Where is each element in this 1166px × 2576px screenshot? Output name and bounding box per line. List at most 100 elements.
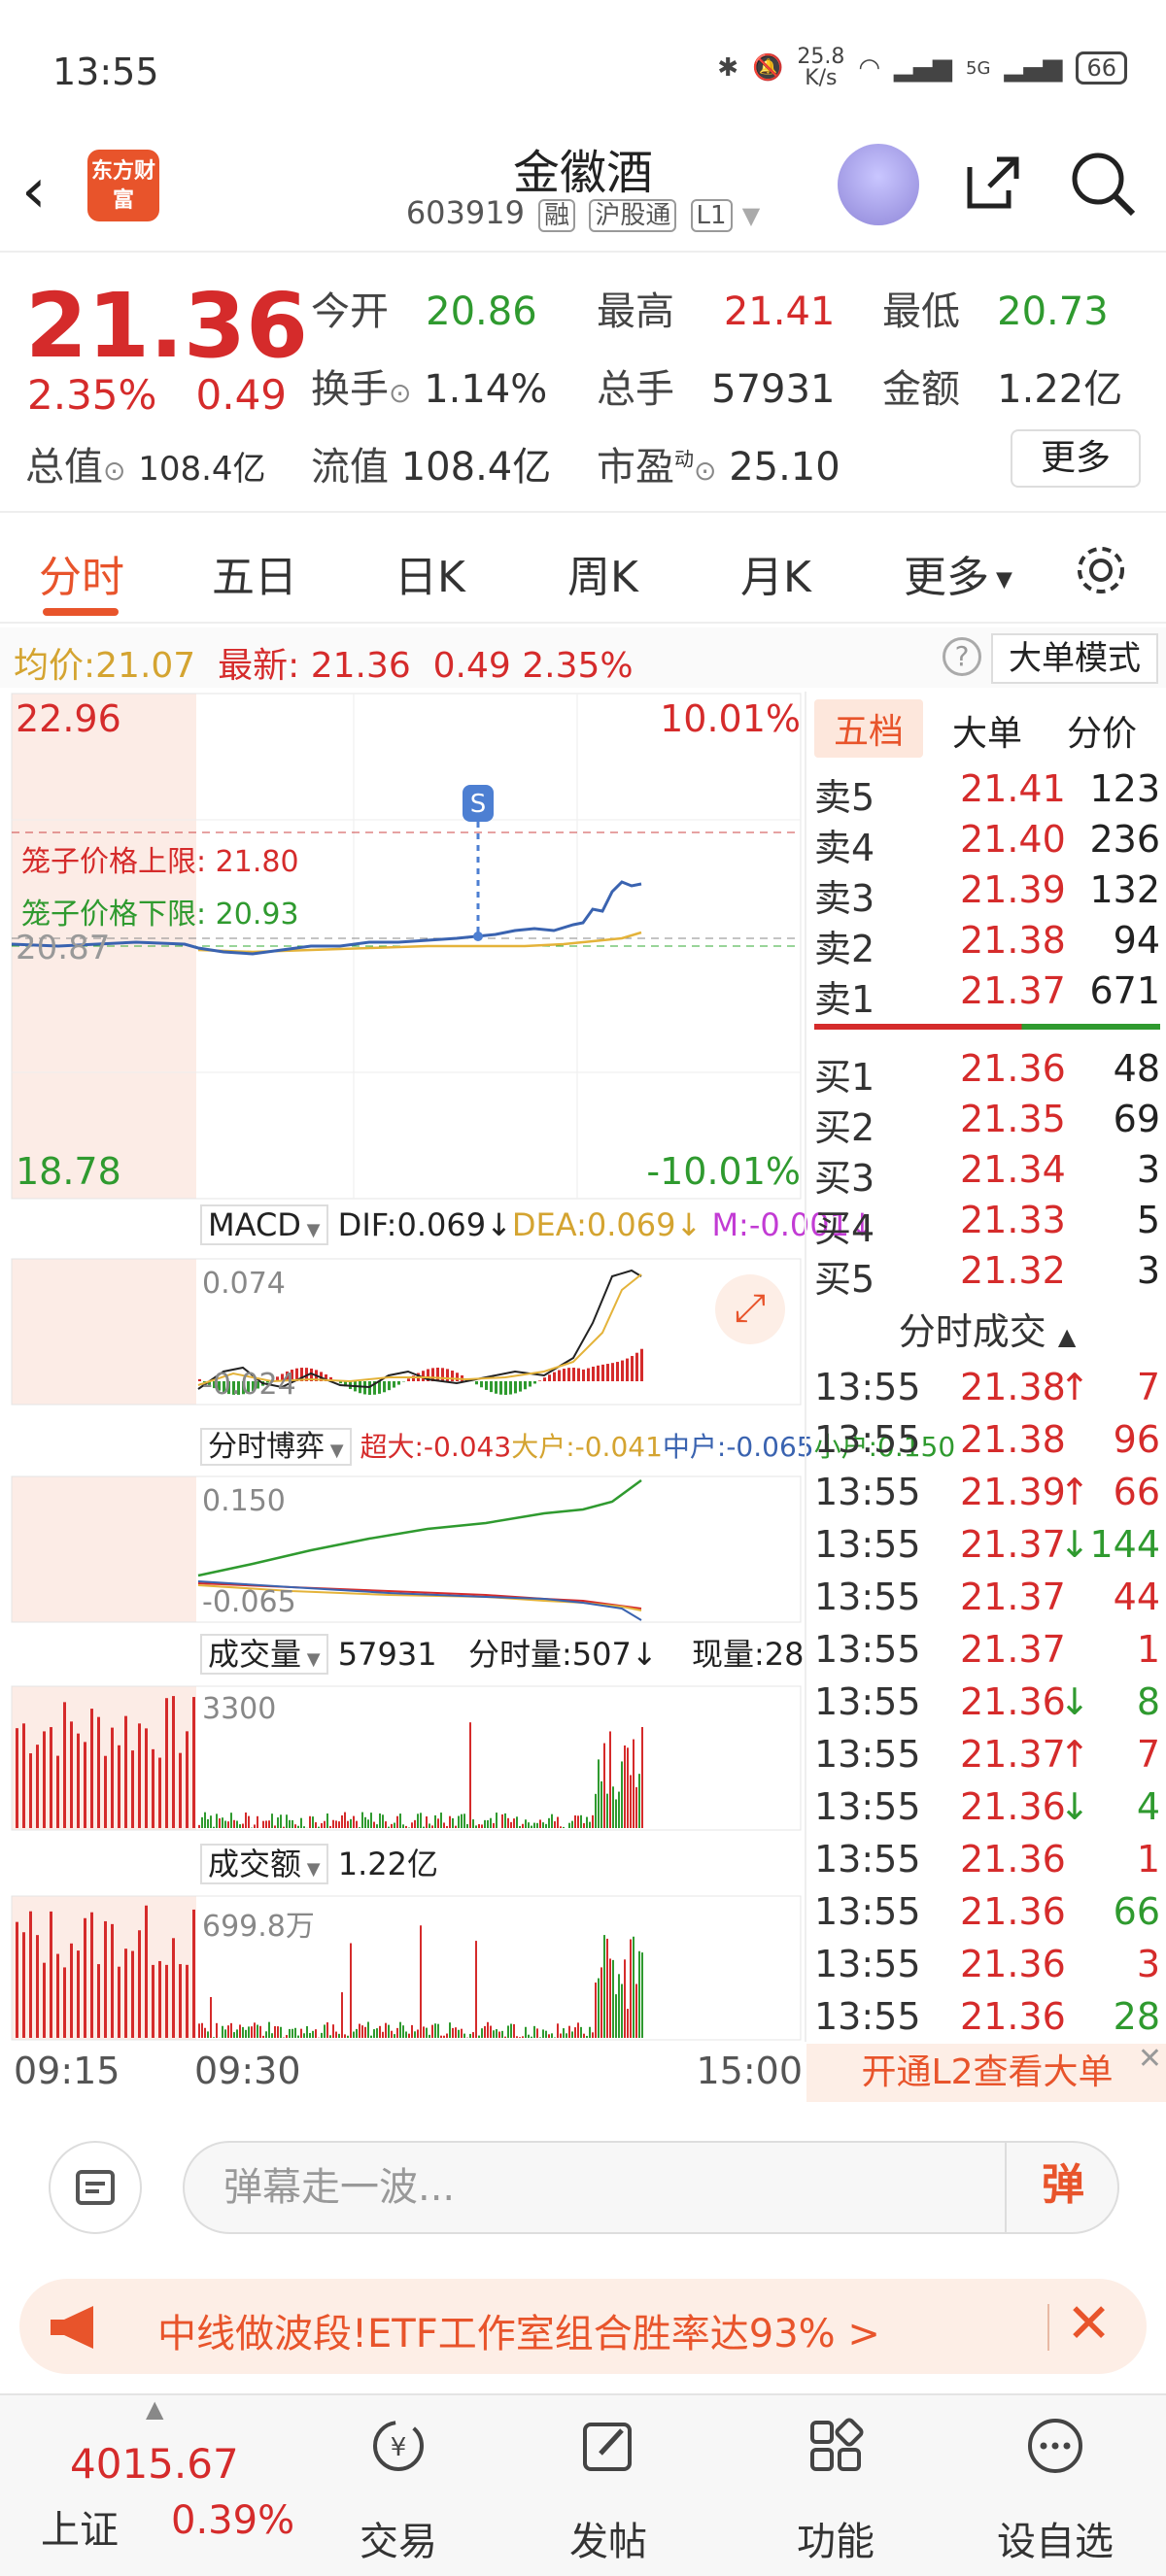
- volume-bar: [394, 1822, 395, 1828]
- volume-bar: [545, 1823, 547, 1828]
- bid-level-row[interactable]: 买3 21.34 3: [814, 1148, 1160, 1200]
- help-icon[interactable]: ?: [943, 637, 981, 676]
- trade-row: 13:55 21.37 ↓ 144: [814, 1523, 1160, 1576]
- ask-level-row[interactable]: 卖3 21.39 132: [814, 868, 1160, 920]
- close-promo-icon[interactable]: ✕: [1066, 2292, 1112, 2356]
- tab-big-order[interactable]: 大单: [952, 705, 1022, 756]
- volume-bar: [329, 1826, 331, 1828]
- ask-level-row[interactable]: 卖4 21.40 236: [814, 818, 1160, 869]
- danmaku-input[interactable]: 弹幕走一波...: [183, 2141, 1119, 2234]
- trade-time: 13:55: [814, 1733, 921, 1776]
- macd-bar: [509, 1381, 512, 1395]
- volume-bar: [577, 1815, 579, 1828]
- tab-price-dist[interactable]: 分价: [1067, 705, 1137, 756]
- tab-monthly-k[interactable]: 月K: [740, 542, 811, 604]
- auction-bar: [131, 1950, 134, 2038]
- auction-bar: [104, 1920, 107, 2038]
- volume-bar: [522, 2036, 524, 2038]
- more-dots-icon: [1028, 2419, 1082, 2473]
- bid-level-row[interactable]: 买4 21.33 5: [814, 1199, 1160, 1250]
- volume-bar: [402, 1824, 404, 1828]
- bid-level-row[interactable]: 买1 21.36 48: [814, 1047, 1160, 1099]
- trades-title[interactable]: 分时成交 ▲: [806, 1302, 1166, 1355]
- amount-selector[interactable]: 成交额 ▼: [200, 1844, 328, 1884]
- nav-functions[interactable]: 功能: [748, 2395, 923, 2576]
- volume-header[interactable]: 成交量 ▼ 57931 分时量:507↓ 现量:28: [200, 1630, 805, 1675]
- volume-selector[interactable]: 成交量 ▼: [200, 1634, 328, 1675]
- macd-selector[interactable]: MACD ▼: [200, 1204, 328, 1245]
- index-value: 4015.67: [70, 2440, 239, 2488]
- assistant-avatar-icon[interactable]: [838, 144, 919, 225]
- send-danmaku-button[interactable]: 弹: [1005, 2141, 1119, 2234]
- more-button[interactable]: 更多: [1011, 429, 1141, 488]
- tab-more[interactable]: 更多 ▼: [904, 542, 1012, 604]
- volume-bar: [469, 1722, 471, 1828]
- level-price: 21.35: [960, 1098, 1066, 1140]
- wifi-icon: ◠: [858, 53, 881, 83]
- big-order-mode-button[interactable]: 大单模式: [991, 633, 1158, 684]
- danmaku-toggle-icon[interactable]: [49, 2141, 142, 2234]
- settings-gear-icon[interactable]: [1073, 542, 1129, 598]
- auction-bar: [165, 1964, 168, 2038]
- volume-bar: [630, 1775, 632, 1828]
- tab-daily-k[interactable]: 日K: [394, 542, 465, 604]
- auction-bar: [186, 1964, 189, 2038]
- search-icon[interactable]: [1069, 150, 1137, 218]
- volume-bar: [516, 1816, 518, 1828]
- ask-level-row[interactable]: 卖5 21.41 123: [814, 767, 1160, 819]
- macd-dif: DIF:0.069↓: [337, 1206, 512, 1243]
- volume-bar: [612, 1959, 614, 2038]
- volume-bar: [414, 1819, 416, 1828]
- auction-bar: [50, 1727, 52, 1828]
- dropdown-icon[interactable]: ▼: [742, 202, 760, 229]
- amount-header[interactable]: 成交额 ▼ 1.22亿: [200, 1840, 438, 1884]
- index-ticker[interactable]: ▲ 4015.67 上证 0.39%: [19, 2395, 330, 2576]
- auction-bar: [118, 1745, 120, 1828]
- volume-bar: [580, 1814, 582, 1828]
- order-book-panel: 五档 大单 分价 分时成交 ▲ 开通L2查看大单 ✕ 卖5 21.41 123 卖4 21…: [805, 692, 1166, 2102]
- share-icon[interactable]: [962, 152, 1024, 214]
- expand-icon[interactable]: ⤢: [715, 1274, 785, 1344]
- danmaku-bar: 弹幕走一波... 弹: [0, 2114, 1166, 2240]
- y-max-label: 22.96: [16, 697, 121, 740]
- volume-bar: [481, 1824, 483, 1828]
- l2-upsell-bar[interactable]: 开通L2查看大单 ✕: [806, 2042, 1166, 2102]
- volume-bar: [431, 2024, 433, 2038]
- volume-bar: [242, 1823, 244, 1828]
- trade-price: 21.36: [960, 1943, 1066, 1985]
- nav-add-watchlist[interactable]: 设自选: [968, 2395, 1143, 2576]
- intraday-chart-area[interactable]: S 22.96 10.01% 笼子价格上限: 21.80 笼子价格下限: 20.…: [0, 692, 955, 2092]
- volume-bar: [207, 1818, 209, 1828]
- tab-weekly-k[interactable]: 周K: [567, 542, 638, 604]
- nav-post[interactable]: 发帖: [521, 2395, 696, 2576]
- macd-bar: [538, 1380, 541, 1381]
- volume-bar: [373, 2029, 375, 2038]
- nav-trade[interactable]: ¥ 交易: [311, 2395, 486, 2576]
- level-volume: 123: [1089, 767, 1160, 810]
- bid-level-row[interactable]: 买5 21.32 3: [814, 1249, 1160, 1301]
- tab-five-level[interactable]: 五档: [814, 699, 924, 758]
- volume-bar: [242, 2026, 244, 2038]
- macd-dea: DEA:0.069↓: [511, 1206, 703, 1243]
- volume-bar: [297, 2035, 299, 2038]
- trade-price: 21.39: [960, 1471, 1066, 1513]
- ask-level-row[interactable]: 卖2 21.38 94: [814, 919, 1160, 970]
- ask-level-row[interactable]: 卖1 21.37 671: [814, 969, 1160, 1021]
- promo-banner[interactable]: 中线做波段!ETF工作室组合胜率达93% > ✕: [19, 2279, 1147, 2374]
- tab-five-day[interactable]: 五日: [212, 542, 297, 604]
- auction-bar: [152, 1964, 154, 2038]
- volume-bar: [557, 1816, 559, 1828]
- volume-bar: [641, 1952, 643, 2038]
- macd-header[interactable]: MACD ▼ DIF:0.069↓DEA:0.069↓ M:-0.001↓: [200, 1204, 875, 1245]
- tab-intraday[interactable]: 分时: [39, 542, 124, 604]
- bid-level-row[interactable]: 买2 21.35 69: [814, 1098, 1160, 1149]
- macd-bar: [388, 1381, 391, 1391]
- auction-bar: [97, 1716, 100, 1828]
- volume-top-label: 3300: [202, 1692, 277, 1726]
- trade-time: 13:55: [814, 1628, 921, 1671]
- volume-bar: [274, 2025, 276, 2038]
- flow-selector[interactable]: 分时博弈 ▼: [200, 1428, 352, 1466]
- trade-arrow: ↑: [1059, 1733, 1090, 1776]
- volume-bar: [446, 1825, 448, 1828]
- high-field: 最高 21.41: [597, 289, 836, 334]
